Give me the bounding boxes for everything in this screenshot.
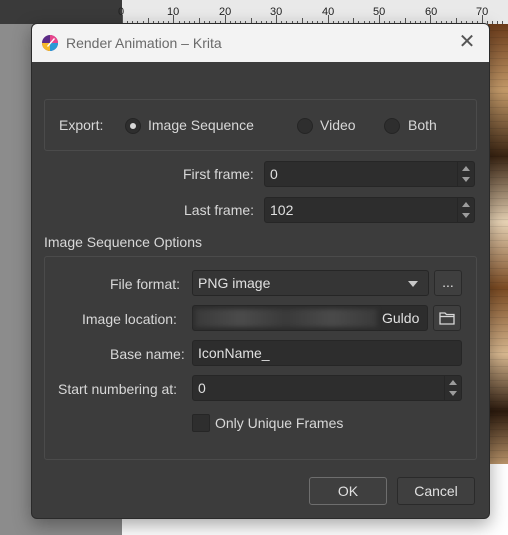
canvas-pixel-art — [488, 24, 508, 464]
last-frame-spinbox[interactable]: 102 — [264, 197, 475, 223]
spin-arrows[interactable] — [457, 198, 474, 222]
file-format-value: PNG image — [198, 275, 271, 291]
image-sequence-options-heading: Image Sequence Options — [44, 234, 202, 250]
base-name-label: Base name: — [110, 346, 185, 362]
image-sequence-options-group: File format: PNG image ... Image locatio… — [44, 256, 477, 460]
last-frame-value: 102 — [270, 202, 294, 218]
redacted-path — [195, 309, 377, 327]
close-icon[interactable]: ✕ — [457, 32, 477, 52]
chevron-down-icon — [408, 281, 418, 287]
first-frame-spinbox[interactable]: 0 — [264, 161, 475, 187]
spin-arrows[interactable] — [457, 162, 474, 186]
dialog-titlebar: Render Animation – Krita ✕ — [32, 24, 489, 62]
only-unique-frames-checkbox[interactable] — [192, 414, 210, 432]
start-numbering-value: 0 — [198, 380, 206, 396]
base-name-field[interactable]: IconName_ — [192, 340, 462, 366]
cancel-button[interactable]: Cancel — [397, 477, 475, 505]
radio-both[interactable] — [384, 118, 400, 134]
radio-video[interactable] — [297, 118, 313, 134]
dialog-title: Render Animation – Krita — [66, 35, 222, 51]
radio-image-sequence-label[interactable]: Image Sequence — [148, 117, 254, 133]
start-numbering-label: Start numbering at: — [58, 381, 178, 397]
radio-video-label[interactable]: Video — [320, 117, 356, 133]
spin-arrows[interactable] — [444, 376, 461, 400]
radio-image-sequence[interactable] — [125, 118, 141, 134]
file-format-combobox[interactable]: PNG image — [192, 270, 429, 296]
file-format-options-button[interactable]: ... — [434, 270, 462, 296]
last-frame-label: Last frame: — [184, 202, 255, 218]
start-numbering-spinbox[interactable]: 0 — [192, 375, 462, 401]
side-panel-header — [0, 0, 122, 24]
first-frame-label: First frame: — [183, 166, 254, 182]
radio-both-label[interactable]: Both — [408, 117, 437, 133]
export-group: Export: Image Sequence Video Both — [44, 99, 477, 151]
browse-folder-button[interactable] — [433, 305, 461, 331]
render-animation-dialog: Render Animation – Krita ✕ Export: Image… — [31, 23, 490, 519]
only-unique-frames-label[interactable]: Only Unique Frames — [215, 415, 343, 431]
ok-button[interactable]: OK — [309, 477, 387, 505]
image-location-label: Image location: — [82, 311, 177, 327]
horizontal-ruler: 0 10 20 30 40 50 60 70 — [118, 0, 508, 25]
file-format-label: File format: — [110, 276, 181, 292]
export-label: Export: — [59, 117, 104, 133]
image-location-field[interactable]: Guldo — [192, 305, 428, 331]
first-frame-value: 0 — [270, 166, 278, 182]
base-name-value: IconName_ — [198, 345, 270, 361]
image-location-suffix: Guldo — [382, 310, 420, 326]
folder-icon — [439, 312, 455, 325]
krita-logo-icon — [41, 34, 59, 52]
